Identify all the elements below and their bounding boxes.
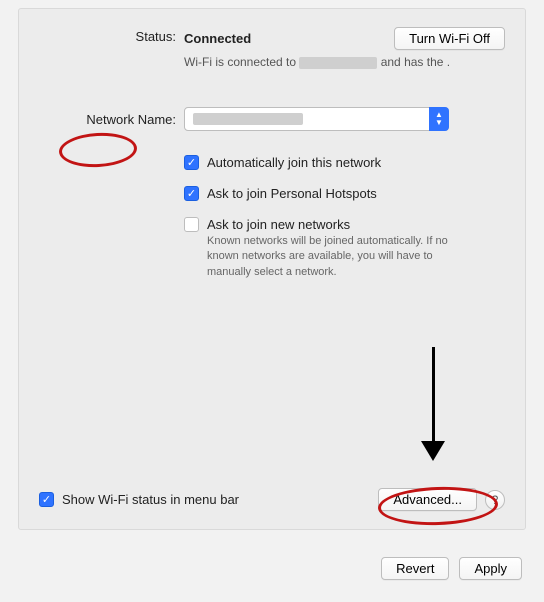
checkbox-checked-icon: ✓	[184, 186, 199, 201]
status-row: Status: Connected Turn Wi-Fi Off Wi-Fi i…	[39, 27, 505, 71]
annotation-arrow	[421, 347, 445, 461]
apply-button[interactable]: Apply	[459, 557, 522, 580]
ask-new-networks-label: Ask to join new networks	[207, 217, 350, 232]
redacted-network-name	[299, 57, 377, 69]
help-button[interactable]: ?	[485, 490, 505, 510]
auto-join-label: Automatically join this network	[207, 155, 381, 170]
network-name-label: Network Name:	[39, 110, 184, 127]
checkbox-checked-icon: ✓	[184, 155, 199, 170]
panel-bottom-row: ✓ Show Wi-Fi status in menu bar Advanced…	[39, 488, 505, 511]
turn-wifi-off-button[interactable]: Turn Wi-Fi Off	[394, 27, 505, 50]
checkbox-checked-icon: ✓	[39, 492, 54, 507]
checkbox-unchecked-icon: ✓	[184, 217, 199, 232]
revert-button[interactable]: Revert	[381, 557, 449, 580]
wifi-settings-panel: Status: Connected Turn Wi-Fi Off Wi-Fi i…	[18, 8, 526, 530]
show-status-checkbox-row[interactable]: ✓ Show Wi-Fi status in menu bar	[39, 492, 239, 507]
ask-new-networks-helper: Known networks will be joined automatica…	[207, 234, 467, 280]
network-name-select[interactable]: ▲▼	[184, 107, 449, 131]
auto-join-checkbox-row[interactable]: ✓ Automatically join this network	[184, 155, 505, 170]
status-subtext-suffix: and has the .	[377, 55, 450, 69]
network-name-row: Network Name: ▲▼	[39, 107, 505, 131]
advanced-button[interactable]: Advanced...	[378, 488, 477, 511]
ask-new-networks-checkbox-row[interactable]: ✓ Ask to join new networks	[184, 217, 505, 232]
ask-hotspots-label: Ask to join Personal Hotspots	[207, 186, 377, 201]
status-subtext: Wi-Fi is connected to and has the .	[184, 54, 505, 71]
status-label: Status:	[39, 27, 184, 44]
redacted-selected-network	[193, 113, 303, 125]
options-group: ✓ Automatically join this network ✓ Ask …	[39, 135, 505, 280]
status-subtext-prefix: Wi-Fi is connected to	[184, 55, 299, 69]
show-status-label: Show Wi-Fi status in menu bar	[62, 492, 239, 507]
ask-hotspots-checkbox-row[interactable]: ✓ Ask to join Personal Hotspots	[184, 186, 505, 201]
select-arrows-icon: ▲▼	[429, 107, 449, 131]
status-value: Connected	[184, 31, 251, 46]
window-footer: Revert Apply	[0, 530, 544, 594]
